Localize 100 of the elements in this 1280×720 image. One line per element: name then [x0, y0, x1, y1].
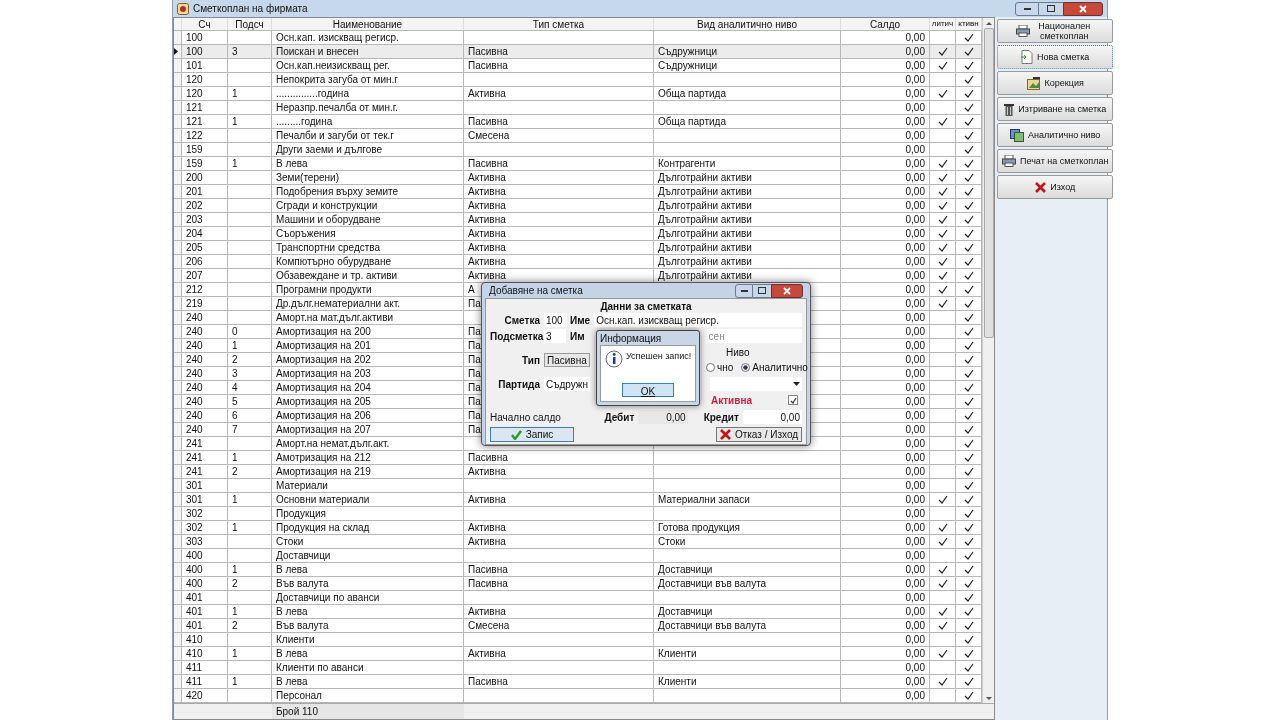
table-row[interactable]: 120 Непокрита загуба от мин.г 0,00	[174, 73, 982, 87]
type-combo[interactable]: Пасивна	[544, 353, 590, 367]
table-row[interactable]: 207 Обзавеждане и тр. активи Активна Дълготрайни активи 0,00	[174, 269, 982, 283]
maximize-button[interactable]	[1039, 1, 1063, 16]
table-row[interactable]: 411 1 В лева Пасивна Клиенти 0,00	[174, 675, 982, 689]
table-cell: Активна	[468, 213, 506, 226]
dialog-title: Добавяне на сметка	[489, 284, 583, 298]
name-field[interactable]: Осн.кап. изискващ региср.	[594, 313, 802, 327]
minimize-button[interactable]	[1015, 1, 1039, 16]
printer-icon	[1016, 25, 1031, 37]
table-row[interactable]: 410 Клиенти 0,00	[174, 633, 982, 647]
table-row[interactable]: 420 Персонал 0,00	[174, 689, 982, 703]
table-cell: 0,00	[905, 521, 925, 534]
column-header[interactable]: литич	[931, 18, 954, 30]
table-cell: Поискан и внесен	[276, 45, 359, 58]
name-field[interactable]: сен	[706, 329, 802, 343]
subaccount-field[interactable]: 3	[544, 329, 566, 343]
side-button[interactable]: Национален сметкоплан	[997, 19, 1114, 43]
table-cell: .........година	[276, 115, 333, 128]
side-button[interactable]: Изтриване на сметка	[997, 97, 1114, 121]
column-header[interactable]: Салдо	[869, 16, 901, 32]
table-cell: 0,00	[905, 549, 925, 562]
table-row[interactable]: 202 Сгради и конструкции Активна Дълготрайни активи 0,00	[174, 199, 982, 213]
table-row[interactable]: 303 Стоки Активна Стоки 0,00	[174, 535, 982, 549]
table-row[interactable]: 121 1 .........година Пасивна Обща партида 0,00	[174, 115, 982, 129]
message-title: Информация	[600, 331, 663, 345]
table-row[interactable]: 302 Продукция 0,00	[174, 507, 982, 521]
column-header[interactable]: Сч	[198, 16, 211, 32]
column-header[interactable]: Вид аналитично ниво	[696, 16, 797, 32]
table-cell: 2	[232, 577, 238, 590]
table-cell: 3	[232, 45, 238, 58]
table-row[interactable]: 401 2 Във валута Смесена Доставчици във валута 0,00	[174, 619, 982, 633]
table-row[interactable]: 302 1 Продукция на склад Активна Готова продукция 0,00	[174, 521, 982, 535]
table-cell: Активна	[468, 493, 506, 506]
batch-combo[interactable]: Съдружн	[544, 377, 590, 391]
column-header[interactable]: ктивн	[958, 18, 979, 30]
table-cell: 1	[232, 115, 238, 128]
table-row[interactable]: 401 1 В лева Активна Доставчици 0,00	[174, 605, 982, 619]
table-row[interactable]: 159 1 В лева Пасивна Контрагенти 0,00	[174, 157, 982, 171]
field-label: Им	[570, 329, 585, 344]
account-field[interactable]: 100	[544, 313, 566, 327]
scroll-thumb[interactable]	[983, 28, 994, 338]
column-header[interactable]: Подсч	[235, 16, 264, 32]
table-row[interactable]: 206 Компютърно обурудване Активна Дълготрайни активи 0,00	[174, 255, 982, 269]
table-row[interactable]: 400 2 Във валута Пасивна Доставчици във валута 0,00	[174, 577, 982, 591]
close-button[interactable]	[1063, 1, 1103, 16]
table-cell: 0,00	[905, 689, 925, 702]
table-cell: 207	[186, 269, 203, 282]
table-cell: 240	[186, 339, 203, 352]
active-checkbox[interactable]	[788, 395, 798, 405]
table-row[interactable]: 200 Земи(терени) Активна Дълготрайни активи 0,00	[174, 171, 982, 185]
table-row[interactable]: 201 Подобрения върху земите Активна Дълготрайни активи 0,00	[174, 185, 982, 199]
column-header[interactable]: Наименование	[332, 16, 403, 32]
table-cell: 1	[232, 647, 238, 660]
table-row[interactable]: 120 1 ...............година Активна Обща партида 0,00	[174, 87, 982, 101]
table-cell: 202	[186, 199, 203, 212]
table-cell: 240	[186, 367, 203, 380]
table-row[interactable]: 205 Транспортни средства Активна Дълготрайни активи 0,00	[174, 241, 982, 255]
table-cell: 0,00	[905, 591, 925, 604]
table-row[interactable]: 101 Осн.кап.неизискващ рег. Пасивна Съдружници 0,00	[174, 59, 982, 73]
table-row[interactable]: 121 Неразпр.печалба от мин.г. 0,00	[174, 101, 982, 115]
table-row[interactable]: 204 Съоръжения Активна Дълготрайни активи 0,00	[174, 227, 982, 241]
table-cell: Стоки	[276, 535, 304, 548]
table-row[interactable]: 241 1 Амотризация на 212 Пасивна 0,00	[174, 451, 982, 465]
table-cell: 0,00	[905, 647, 925, 660]
table-cell: Активна	[468, 269, 506, 282]
column-header[interactable]: Тип сметка	[532, 16, 585, 32]
debit-field[interactable]: 0,00	[638, 410, 688, 424]
table-cell: Продукция	[276, 507, 327, 520]
table-cell: 301	[186, 493, 203, 506]
close-icon	[1035, 181, 1047, 193]
table-cell: Па	[468, 339, 481, 352]
save-button[interactable]: Запис	[490, 427, 574, 442]
table-row[interactable]: 411 Клиенти по аванси 0,00	[174, 661, 982, 675]
ok-button[interactable]: OK	[622, 383, 674, 397]
table-row[interactable]: 400 1 В лева Пасивна Доставчици 0,00	[174, 563, 982, 577]
table-row[interactable]: 203 Машини и оборудване Активна Дълготрайни активи 0,00	[174, 213, 982, 227]
table-row[interactable]: 122 Печалби и загуби от тек.г Смесена 0,00	[174, 129, 982, 143]
table-cell: 1	[232, 563, 238, 576]
minimize-button[interactable]	[735, 283, 753, 298]
table-row[interactable]: 301 1 Основни материали Активна Материални запаси 0,00	[174, 493, 982, 507]
table-row[interactable]: 100 Осн.кап. изискващ региср. 0,00	[174, 31, 982, 45]
maximize-button[interactable]	[753, 283, 771, 298]
side-button[interactable]: Аналитично ниво	[997, 123, 1114, 147]
side-button[interactable]: Нова сметка	[997, 45, 1114, 69]
table-row[interactable]: 410 1 В лева Активна Клиенти 0,00	[174, 647, 982, 661]
side-button[interactable]: Корекция	[997, 71, 1114, 95]
scrollbar[interactable]	[982, 18, 994, 703]
side-button[interactable]: Изход	[997, 175, 1114, 199]
credit-field[interactable]: 0,00	[742, 410, 802, 424]
table-row[interactable]: 100 3 Поискан и внесен Пасивна Съдружници 0,00	[174, 45, 982, 59]
table-row[interactable]: 301 Материали 0,00	[174, 479, 982, 493]
cancel-button[interactable]: Отказ / Изход	[716, 427, 802, 442]
table-row[interactable]: 401 Доставчици по аванси 0,00	[174, 591, 982, 605]
table-row[interactable]: 400 Доставчици 0,00	[174, 549, 982, 563]
table-row[interactable]: 159 Други заеми и дългове 0,00	[174, 143, 982, 157]
side-button[interactable]: Печат на сметкоплан	[997, 149, 1114, 173]
close-button[interactable]	[771, 283, 803, 298]
table-row[interactable]: 241 2 Амортизация на 219 Активна 0,00	[174, 465, 982, 479]
row-header[interactable]	[174, 45, 182, 58]
